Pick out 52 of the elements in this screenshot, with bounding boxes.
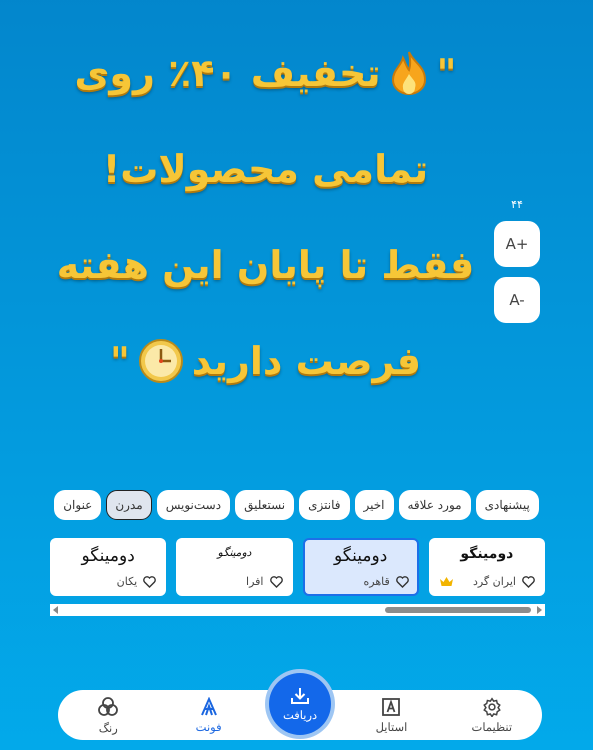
font-sample: دومینگو — [216, 546, 252, 559]
heart-icon[interactable] — [522, 576, 535, 588]
font-card[interactable]: دومینگو افرا — [176, 538, 292, 596]
nav-tab[interactable]: رنگ — [68, 696, 148, 734]
promo-text: " — [110, 339, 130, 383]
nav-tab[interactable]: فونت — [168, 696, 249, 734]
decrease-size-button[interactable]: A- — [494, 277, 540, 323]
promo-text: فقط تا پایان این هفته — [56, 243, 474, 287]
font-card[interactable]: دومینگو قاهره — [302, 538, 419, 596]
font-letter-icon — [198, 696, 219, 716]
nav-tab[interactable]: دریافت — [269, 673, 332, 735]
promo-text: فرصت دارید — [192, 339, 422, 383]
category-chip[interactable]: مدرن — [106, 490, 152, 520]
font-size-value: ۴۴ — [511, 198, 523, 211]
nav-label: تنظیمات — [472, 720, 512, 734]
category-chip[interactable]: نستعلیق — [235, 490, 294, 520]
scroll-left-icon[interactable] — [53, 606, 58, 614]
font-name: ایران گرد — [472, 575, 516, 588]
nav-tab[interactable]: استایل — [351, 696, 432, 734]
clock-emoji-icon — [138, 338, 184, 384]
nav-label: رنگ — [98, 720, 118, 734]
nav-label: استایل — [376, 720, 408, 734]
category-chip[interactable]: دست‌نویس — [156, 490, 230, 520]
font-name: یکان — [116, 575, 138, 588]
category-chip[interactable]: فانتزی — [299, 490, 350, 520]
category-chip[interactable]: مورد علاقه — [398, 490, 471, 520]
heart-icon[interactable] — [270, 576, 282, 588]
lettered-frame-icon — [381, 696, 402, 716]
settings-icon — [482, 696, 502, 716]
category-chip[interactable]: عنوان — [54, 490, 102, 520]
font-name: قاهره — [364, 575, 390, 588]
font-sample: دومینگو — [458, 546, 514, 562]
nav-label: دریافت — [282, 708, 318, 722]
promo-text: " — [436, 51, 456, 95]
promo-text: تخفیف ۴۰٪ روی — [74, 51, 381, 95]
font-card[interactable]: دومینگو یکان — [50, 538, 166, 596]
nav-label: فونت — [196, 720, 222, 734]
font-name: افرا — [246, 575, 264, 588]
heart-icon[interactable] — [143, 576, 156, 588]
font-sample: دومینگو — [332, 546, 388, 566]
font-sample: دومینگو — [80, 546, 136, 566]
category-chip[interactable]: پیشنهادی — [476, 490, 539, 520]
nav-tab[interactable]: تنظیمات — [452, 696, 532, 734]
download-icon — [290, 686, 310, 704]
font-card[interactable]: دومینگو ایران گرد — [428, 538, 545, 596]
color-circles-icon — [97, 696, 120, 718]
heart-icon[interactable] — [396, 576, 409, 588]
category-chip[interactable]: اخیر — [354, 490, 394, 520]
promo-text: تمامی محصولات! — [102, 147, 428, 191]
horizontal-scrollbar[interactable] — [50, 604, 545, 616]
increase-size-button[interactable]: A+ — [494, 221, 540, 267]
scroll-right-icon[interactable] — [537, 606, 542, 614]
